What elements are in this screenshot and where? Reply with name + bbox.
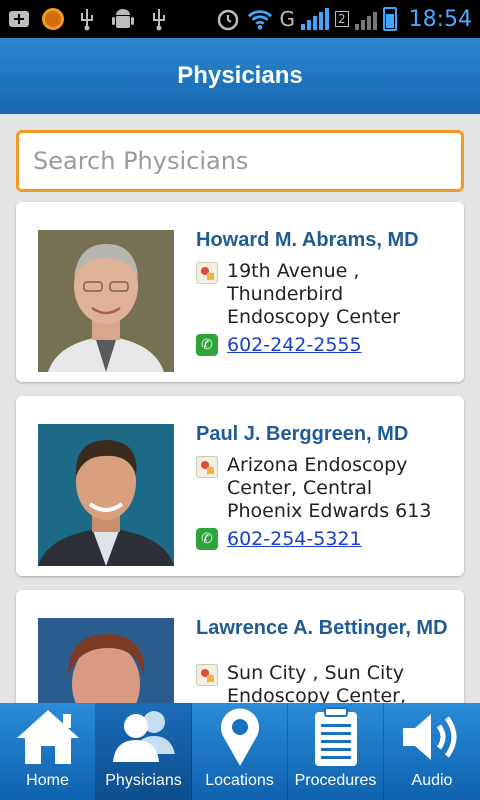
- map-icon: [196, 456, 218, 478]
- status-time: 18:54: [408, 6, 472, 32]
- signal-strength-icon: [300, 8, 329, 30]
- wifi-icon: [247, 6, 273, 32]
- search-box[interactable]: [16, 130, 464, 192]
- address-text: 19th Avenue , Thunderbird Endoscopy Cent…: [227, 260, 400, 328]
- physician-card[interactable]: Howard M. Abrams, MD 19th Avenue , Thund…: [16, 202, 464, 382]
- app-notification-icon: [42, 8, 64, 30]
- network-type-label: G: [279, 7, 295, 31]
- battery-icon: [382, 7, 397, 31]
- clipboard-icon: [314, 707, 357, 766]
- alarm-icon: [215, 6, 241, 32]
- physician-photo: [38, 230, 174, 372]
- tab-label: Locations: [205, 772, 274, 789]
- phone-link[interactable]: 602-254-5321: [227, 528, 362, 550]
- phone-icon: ✆: [196, 528, 218, 550]
- tab-label: Physicians: [105, 772, 182, 789]
- people-icon: [112, 711, 175, 762]
- physician-address[interactable]: Arizona Endoscopy Center, Central Phoeni…: [196, 454, 452, 523]
- physician-list[interactable]: Howard M. Abrams, MD 19th Avenue , Thund…: [0, 200, 480, 703]
- tab-audio[interactable]: Audio: [384, 703, 480, 800]
- android-debug-icon: [110, 6, 136, 32]
- bottom-tab-bar: Home Physicians Locations Procedures Aud…: [0, 703, 480, 800]
- map-icon: [196, 262, 218, 284]
- physician-photo: [38, 424, 174, 566]
- location-pin-icon: [220, 708, 259, 766]
- status-bar: G 2 18:54: [0, 0, 480, 38]
- home-icon: [16, 710, 79, 764]
- physician-name[interactable]: Paul J. Berggreen, MD: [196, 424, 452, 445]
- tab-home[interactable]: Home: [0, 703, 96, 800]
- physician-address[interactable]: Sun City , Sun City Endoscopy Center,: [196, 662, 452, 703]
- physician-card[interactable]: Paul J. Berggreen, MD Arizona Endoscopy …: [16, 396, 464, 576]
- tab-label: Home: [26, 772, 69, 789]
- physician-name[interactable]: Howard M. Abrams, MD: [196, 230, 452, 251]
- phone-link[interactable]: 602-242-2555: [227, 334, 362, 356]
- phone-icon: ✆: [196, 334, 218, 356]
- usb-icon: [146, 6, 172, 32]
- map-icon: [196, 664, 218, 686]
- physician-phone[interactable]: ✆ 602-254-5321: [196, 528, 362, 550]
- physician-name[interactable]: Lawrence A. Bettinger, MD: [196, 618, 452, 639]
- tab-physicians[interactable]: Physicians: [96, 703, 192, 800]
- add-notification-icon: [6, 6, 32, 32]
- tab-procedures[interactable]: Procedures: [288, 703, 384, 800]
- search-input[interactable]: [33, 147, 461, 175]
- tab-label: Procedures: [294, 772, 377, 789]
- page-title: Physicians: [177, 62, 303, 89]
- tab-label: Audio: [411, 772, 453, 789]
- usb-icon: [74, 6, 100, 32]
- physician-card[interactable]: Lawrence A. Bettinger, MD Sun City , Sun…: [16, 590, 464, 703]
- physician-address[interactable]: 19th Avenue , Thunderbird Endoscopy Cent…: [196, 260, 452, 329]
- address-text: Sun City , Sun City Endoscopy Center,: [227, 662, 407, 703]
- physician-photo: [38, 618, 174, 703]
- sim-signal-icon: [354, 8, 377, 30]
- physician-phone[interactable]: ✆ 602-242-2555: [196, 334, 362, 356]
- app-header: Physicians: [0, 38, 480, 114]
- sim-slot-label: 2: [334, 11, 349, 27]
- speaker-icon: [403, 714, 457, 760]
- tab-locations[interactable]: Locations: [192, 703, 288, 800]
- address-text: Arizona Endoscopy Center, Central Phoeni…: [227, 454, 432, 522]
